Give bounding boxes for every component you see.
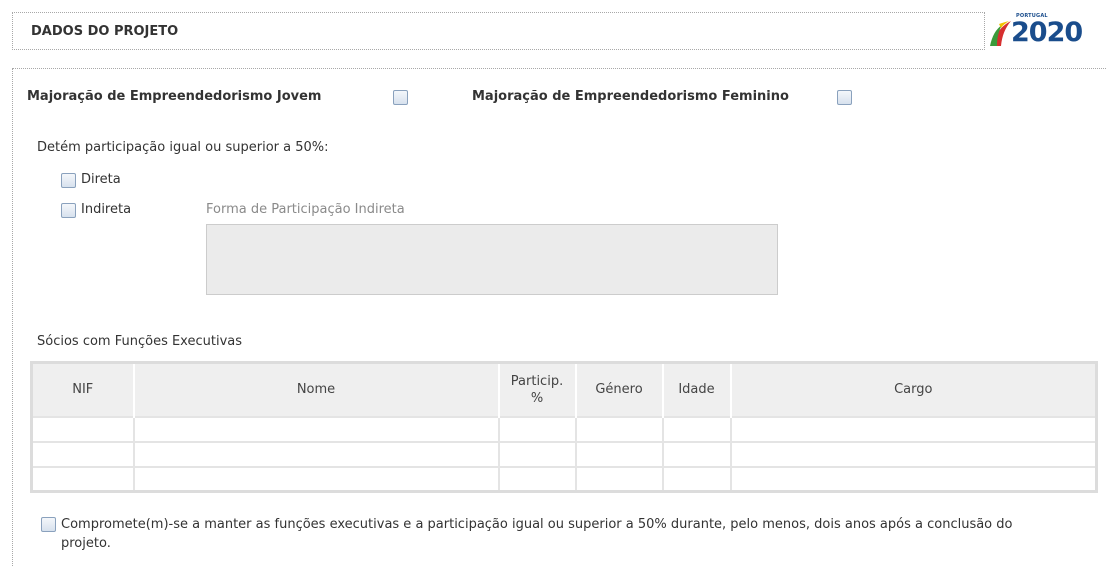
indireta-label: Indireta (81, 202, 132, 217)
majoracao-feminino-checkbox[interactable] (837, 90, 852, 105)
table-row (31, 415, 1097, 442)
column-header-nome: Nome (133, 362, 500, 417)
table-cell[interactable] (133, 440, 500, 467)
socios-title: Sócios com Funções Executivas (37, 334, 243, 349)
table-cell[interactable] (575, 440, 664, 467)
logo-main-text: 2020 (1011, 17, 1083, 48)
column-header-genero: Género (575, 362, 664, 417)
table-cell[interactable] (730, 415, 1097, 442)
table-cell[interactable] (498, 415, 577, 442)
table-cell[interactable] (31, 440, 135, 467)
forma-participacao-textarea[interactable] (206, 224, 778, 295)
table-row (31, 465, 1097, 492)
majoracao-feminino-label: Majoração de Empreendedorismo Feminino (472, 89, 789, 104)
portugal-2020-logo: PORTUGAL 2020 (987, 12, 1107, 52)
column-header-nif: NIF (31, 362, 135, 417)
majoracao-jovem-label: Majoração de Empreendedorismo Jovem (27, 89, 322, 104)
compromisso-checkbox[interactable] (41, 517, 56, 532)
table-cell[interactable] (31, 465, 135, 492)
column-header-idade: Idade (662, 362, 732, 417)
majoracao-jovem-checkbox[interactable] (393, 90, 408, 105)
table-cell[interactable] (575, 465, 664, 492)
table-cell[interactable] (730, 440, 1097, 467)
table-cell[interactable] (730, 465, 1097, 492)
table-cell[interactable] (31, 415, 135, 442)
section-title: DADOS DO PROJETO (31, 24, 179, 39)
table-header-row: NIF Nome Particip. % Género Idade Cargo (31, 362, 1097, 417)
table-cell[interactable] (133, 415, 500, 442)
table-cell[interactable] (662, 465, 732, 492)
compromisso-text: Compromete(m)-se a manter as funções exe… (61, 515, 1061, 553)
direta-label: Direta (81, 172, 121, 187)
section-header: DADOS DO PROJETO (12, 12, 985, 50)
logo-flag-icon (990, 21, 1011, 46)
forma-participacao-label: Forma de Participação Indireta (206, 202, 405, 217)
table-cell[interactable] (498, 440, 577, 467)
table-cell[interactable] (662, 440, 732, 467)
table-cell[interactable] (133, 465, 500, 492)
participacao-question: Detém participação igual ou superior a 5… (37, 140, 329, 155)
table-cell[interactable] (662, 415, 732, 442)
compromisso-line-2: projeto. (61, 536, 111, 551)
column-header-particip: Particip. % (498, 362, 577, 417)
indireta-checkbox[interactable] (61, 203, 76, 218)
table-cell[interactable] (575, 415, 664, 442)
direta-checkbox[interactable] (61, 173, 76, 188)
socios-table: NIF Nome Particip. % Género Idade Cargo (30, 361, 1098, 493)
table-row (31, 440, 1097, 467)
column-header-cargo: Cargo (730, 362, 1097, 417)
compromisso-line-1: Compromete(m)-se a manter as funções exe… (61, 517, 1013, 532)
table-cell[interactable] (498, 465, 577, 492)
